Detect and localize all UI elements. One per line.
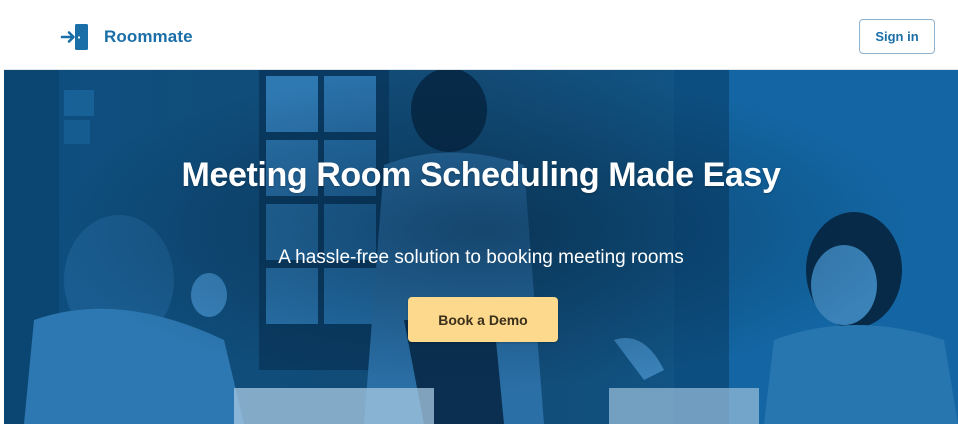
door-enter-icon [60,24,88,50]
hero-subheadline: A hassle-free solution to booking meetin… [278,247,684,268]
hero-content: Meeting Room Scheduling Made Easy A hass… [4,70,958,424]
page: Roommate Sign in Meeting Room Scheduling… [4,6,958,424]
brand-link[interactable]: Roommate [60,21,193,53]
hero-banner: Meeting Room Scheduling Made Easy A hass… [4,70,958,424]
top-nav: Roommate Sign in [4,6,958,70]
brand-name: Roommate [104,27,193,46]
hero-headline: Meeting Room Scheduling Made Easy [181,156,781,194]
sign-in-button[interactable]: Sign in [859,19,935,54]
book-demo-button[interactable]: Book a Demo [408,297,558,342]
